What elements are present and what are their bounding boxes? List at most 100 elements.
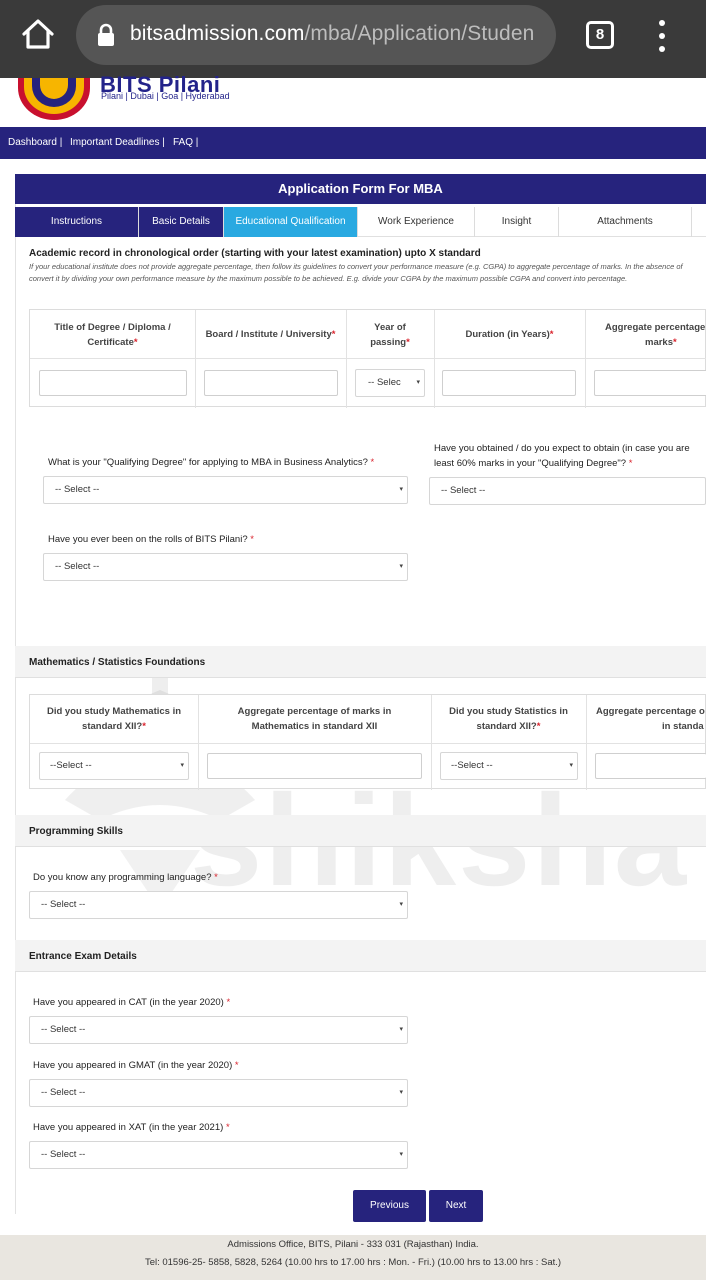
form-title: Application Form For MBA (15, 174, 706, 204)
site-footer: Admissions Office, BITS, Pilani - 333 03… (0, 1235, 706, 1280)
browser-toolbar: bitsadmission.com/mba/Application/Studen… (0, 0, 706, 78)
sixty-percent-label-line1: Have you obtained / do you expect to obt… (434, 443, 690, 454)
menu-icon[interactable] (652, 20, 672, 52)
gmat-value: -- Select -- (41, 1087, 86, 1098)
programming-label: Do you know any programming language? (33, 872, 212, 883)
nav-faq[interactable]: FAQ | (173, 137, 198, 148)
maths-aggregate-input[interactable] (207, 753, 422, 779)
nav-dashboard[interactable]: Dashboard | (8, 137, 62, 148)
col-board-label: Board / Institute / University (205, 329, 332, 340)
tab-educational-qualification[interactable]: Educational Qualification (224, 207, 358, 237)
address-bar[interactable]: bitsadmission.com/mba/Application/Studen (76, 5, 556, 65)
next-button[interactable]: Next (429, 1190, 483, 1222)
lock-icon (96, 23, 116, 47)
academic-record-heading: Academic record in chronological order (… (29, 248, 481, 259)
year-of-passing-select[interactable]: -- Selec ▾ (355, 369, 425, 397)
col-maths-aggregate: Aggregate percentage of marks in Mathemat… (198, 704, 431, 734)
tabs-icon[interactable]: 8 (586, 21, 614, 49)
sixty-percent-question: Have you obtained / do you expect to obt… (434, 441, 690, 471)
required-mark: * (331, 329, 336, 340)
col-study-maths-line2: standard XII? (82, 721, 143, 732)
study-maths-select[interactable]: --Select -- ▾ (39, 752, 189, 780)
cat-question: Have you appeared in CAT (in the year 20… (33, 995, 230, 1010)
url-path: /mba/Application/Studen (304, 22, 535, 45)
maths-section-heading: Mathematics / Statistics Foundations (29, 657, 206, 668)
cat-label: Have you appeared in CAT (in the year 20… (33, 997, 224, 1008)
footer-address: Admissions Office, BITS, Pilani - 333 03… (227, 1239, 479, 1250)
maths-table: Did you study Mathematics in standard XII… (29, 694, 706, 790)
programming-question: Do you know any programming language? * (33, 870, 218, 885)
qualifying-degree-label: What is your "Qualifying Degree" for app… (48, 457, 368, 468)
xat-value: -- Select -- (41, 1149, 86, 1160)
required-mark: * (536, 721, 541, 732)
col-stats-aggregate-line2: in standa (662, 721, 704, 732)
required-mark: * (250, 534, 254, 545)
required-mark: * (628, 458, 633, 469)
col-duration-label: Duration (in Years) (465, 329, 550, 340)
col-stats-aggregate: Aggregate percentage o in standa (586, 704, 706, 734)
duration-input[interactable] (442, 370, 576, 396)
tab-basic-details[interactable]: Basic Details (139, 207, 224, 237)
programming-select[interactable]: -- Select -- ▾ (29, 891, 408, 919)
gmat-question: Have you appeared in GMAT (in the year 2… (33, 1058, 239, 1073)
xat-label: Have you appeared in XAT (in the year 20… (33, 1122, 224, 1133)
stats-aggregate-input[interactable] (595, 753, 706, 779)
col-duration: Duration (in Years)* (434, 327, 585, 342)
chevron-down-icon: ▾ (399, 563, 403, 570)
programming-section-band: Programming Skills (15, 815, 706, 847)
bits-rolls-select[interactable]: -- Select -- ▾ (43, 553, 408, 581)
col-study-stats-line1: Did you study Statistics in (449, 706, 568, 717)
site-nav: Dashboard | Important Deadlines | FAQ | (0, 127, 706, 159)
qualifying-degree-select[interactable]: -- Select -- ▾ (43, 476, 408, 504)
qualifying-degree-question: What is your "Qualifying Degree" for app… (48, 455, 374, 470)
tab-attachments[interactable]: Attachments (559, 207, 692, 237)
cat-select[interactable]: -- Select -- ▾ (29, 1016, 408, 1044)
bits-logo-icon[interactable] (18, 78, 90, 120)
col-aggregate: Aggregate percentage marks* (585, 320, 706, 350)
bits-rolls-value: -- Select -- (55, 561, 100, 572)
logo-subtitle: Pilani | Dubai | Goa | Hyderabad (101, 91, 230, 101)
chevron-down-icon: ▾ (399, 486, 403, 493)
academic-note-line1: If your educational institute does not p… (29, 262, 683, 271)
degree-title-input[interactable] (39, 370, 187, 396)
tab-work-experience[interactable]: Work Experience (358, 207, 475, 237)
required-mark: * (673, 337, 677, 348)
gmat-select[interactable]: -- Select -- ▾ (29, 1079, 408, 1107)
programming-section-heading: Programming Skills (29, 826, 123, 837)
col-degree-title-line1: Title of Degree / Diploma / (54, 322, 171, 333)
xat-select[interactable]: -- Select -- ▾ (29, 1141, 408, 1169)
col-study-stats-line2: standard XII? (476, 721, 537, 732)
chevron-down-icon: ▾ (180, 762, 184, 769)
academic-record-table: Title of Degree / Diploma / Certificate* … (29, 309, 706, 408)
aggregate-input[interactable] (594, 370, 706, 396)
required-mark: * (549, 329, 554, 340)
xat-question: Have you appeared in XAT (in the year 20… (33, 1120, 230, 1135)
col-maths-aggregate-line2: Mathematics in standard XII (251, 721, 378, 732)
col-study-maths-line1: Did you study Mathematics in (46, 706, 182, 717)
col-study-maths: Did you study Mathematics in standard XII… (30, 704, 198, 734)
sixty-percent-select[interactable]: -- Select -- (429, 477, 706, 505)
chevron-down-icon: ▾ (399, 1151, 403, 1158)
col-year-line2: passing (370, 337, 407, 348)
tab-instructions[interactable]: Instructions (15, 207, 139, 237)
nav-important-deadlines[interactable]: Important Deadlines | (70, 137, 165, 148)
bits-rolls-label: Have you ever been on the rolls of BITS … (48, 534, 248, 545)
board-input[interactable] (204, 370, 338, 396)
col-year: Year of passing* (346, 320, 434, 350)
home-icon[interactable] (18, 14, 58, 54)
maths-section-band: Mathematics / Statistics Foundations (15, 646, 706, 678)
entrance-section-heading: Entrance Exam Details (29, 951, 137, 962)
previous-button[interactable]: Previous (353, 1190, 426, 1222)
chevron-down-icon: ▾ (399, 901, 403, 908)
gmat-label: Have you appeared in GMAT (in the year 2… (33, 1060, 233, 1071)
sixty-percent-label-line2: least 60% marks in your "Qualifying Degr… (434, 458, 627, 469)
required-mark: * (133, 337, 138, 348)
col-degree-title-line2: Certificate (87, 337, 134, 348)
url-text: bitsadmission.com/mba/Application/Studen (130, 22, 534, 46)
tab-insight[interactable]: Insight (475, 207, 559, 237)
study-stats-select[interactable]: --Select -- ▾ (440, 752, 578, 780)
col-maths-aggregate-line1: Aggregate percentage of marks in (237, 706, 392, 717)
required-mark: * (142, 721, 146, 732)
required-mark: * (370, 457, 375, 468)
bits-rolls-question: Have you ever been on the rolls of BITS … (48, 532, 254, 547)
